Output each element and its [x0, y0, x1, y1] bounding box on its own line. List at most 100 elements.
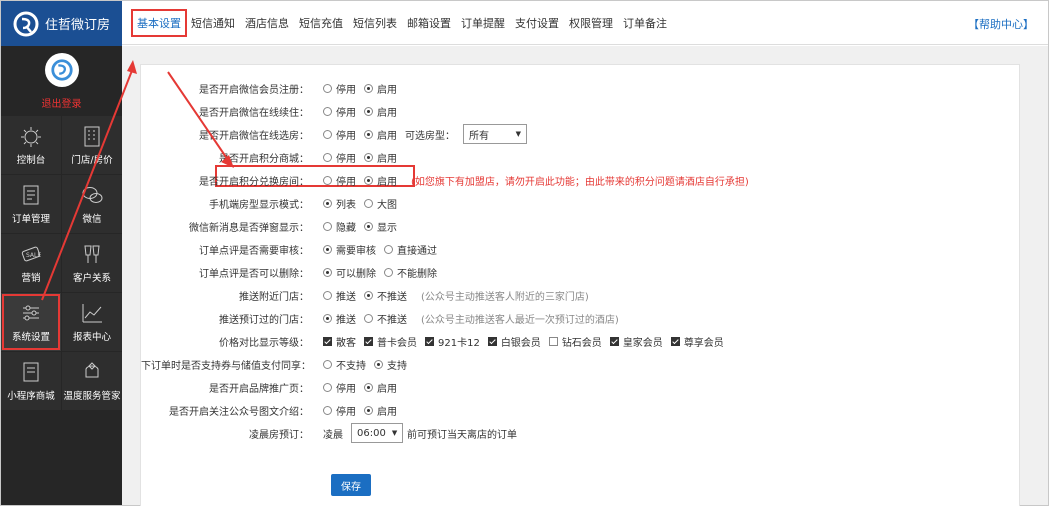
tab-5[interactable]: 邮箱设置 — [407, 15, 451, 31]
sidebar-item-report[interactable]: 报表中心 — [62, 293, 122, 351]
checkbox[interactable] — [364, 336, 373, 346]
radio-option[interactable]: 停用 — [323, 173, 356, 188]
radio-button[interactable] — [364, 221, 373, 231]
radio-button[interactable] — [364, 405, 373, 415]
radio-button[interactable] — [323, 198, 332, 208]
radio-button[interactable] — [364, 83, 373, 93]
radio-button[interactable] — [323, 221, 332, 231]
sidebar-item-customer[interactable]: 客户关系 — [62, 234, 122, 292]
radio-option[interactable]: 启用 — [364, 173, 397, 188]
radio-button[interactable] — [323, 405, 332, 415]
radio-button[interactable] — [323, 313, 332, 323]
radio-option[interactable]: 停用 — [323, 81, 356, 96]
radio-button[interactable] — [364, 198, 373, 208]
brand-bar[interactable]: 住哲微订房 — [1, 1, 122, 46]
radio-option[interactable]: 停用 — [323, 127, 356, 142]
radio-option[interactable]: 启用 — [364, 104, 397, 119]
radio-option[interactable]: 支持 — [374, 357, 407, 372]
room-type-select[interactable]: 所有 ▼ — [463, 124, 527, 144]
radio-option[interactable]: 隐藏 — [323, 219, 356, 234]
radio-button[interactable] — [364, 313, 373, 323]
checkbox-option[interactable]: 白银会员 — [487, 334, 541, 349]
radio-button[interactable] — [323, 175, 332, 185]
radio-option[interactable]: 可以删除 — [323, 265, 376, 280]
logout-link[interactable]: 退出登录 — [42, 95, 82, 110]
radio-button[interactable] — [323, 129, 332, 139]
radio-option[interactable]: 推送 — [323, 311, 356, 326]
radio-option[interactable]: 不推送 — [364, 288, 407, 303]
radio-button[interactable] — [323, 152, 332, 162]
radio-option[interactable]: 启用 — [364, 380, 397, 395]
radio-button[interactable] — [384, 267, 393, 277]
radio-option[interactable]: 启用 — [364, 403, 397, 418]
radio-option[interactable]: 停用 — [323, 104, 356, 119]
radio-option[interactable]: 不能删除 — [384, 265, 437, 280]
radio-button[interactable] — [323, 83, 332, 93]
sidebar-item-settings[interactable]: 系统设置 — [1, 293, 61, 351]
radio-option[interactable]: 不支持 — [323, 357, 366, 372]
checkbox[interactable] — [609, 336, 619, 346]
radio-button[interactable] — [323, 359, 332, 369]
radio-button[interactable] — [384, 244, 393, 254]
help-center-link[interactable]: 【帮助中心】 — [968, 16, 1034, 32]
radio-option[interactable]: 显示 — [364, 219, 397, 234]
radio-button[interactable] — [323, 267, 332, 277]
checkbox-option[interactable]: 皇家会员 — [609, 334, 663, 349]
tab-8[interactable]: 权限管理 — [569, 15, 613, 31]
avatar[interactable] — [44, 52, 79, 87]
sidebar-item-dashboard[interactable]: 控制台 — [1, 116, 61, 174]
time-select[interactable]: 06:00 ▼ — [351, 423, 403, 443]
sidebar-item-service[interactable]: 温度服务管家 — [62, 352, 122, 410]
checkbox-option[interactable]: 钻石会员 — [548, 334, 602, 349]
sidebar-item-sale-tag[interactable]: SALE 营销 — [1, 234, 61, 292]
checkbox[interactable] — [548, 336, 558, 346]
radio-option[interactable]: 停用 — [323, 150, 356, 165]
radio-option[interactable]: 推送 — [323, 288, 356, 303]
radio-option[interactable]: 启用 — [364, 150, 397, 165]
radio-option[interactable]: 直接通过 — [384, 242, 437, 257]
radio-option[interactable]: 大图 — [364, 196, 397, 211]
tab-1[interactable]: 短信通知 — [191, 15, 235, 31]
tab-7[interactable]: 支付设置 — [515, 15, 559, 31]
sidebar-item-miniapp[interactable]: 小程序商城 — [1, 352, 61, 410]
radio-option[interactable]: 列表 — [323, 196, 356, 211]
radio-button[interactable] — [364, 129, 373, 139]
warning-text: (如您旗下有加盟店，请勿开启此功能；由此带来的积分问题请酒店自行承担) — [411, 176, 749, 188]
tab-9[interactable]: 订单备注 — [623, 15, 667, 31]
checkbox[interactable] — [425, 336, 434, 346]
sidebar-item-order[interactable]: 订单管理 — [1, 175, 61, 233]
radio-option[interactable]: 不推送 — [364, 311, 407, 326]
checkbox-option[interactable]: 普卡会员 — [364, 334, 417, 349]
tab-6[interactable]: 订单提醒 — [461, 15, 505, 31]
radio-button[interactable] — [323, 382, 332, 392]
radio-button[interactable] — [364, 290, 373, 300]
tab-3[interactable]: 短信充值 — [299, 15, 343, 31]
radio-option[interactable]: 启用 — [364, 127, 397, 142]
radio-option[interactable]: 需要审核 — [323, 242, 376, 257]
radio-label: 列表 — [336, 199, 356, 211]
sidebar-item-building[interactable]: 门店/房价 — [62, 116, 122, 174]
radio-button[interactable] — [364, 152, 373, 162]
checkbox-option[interactable]: 921卡12 — [425, 334, 480, 349]
radio-button[interactable] — [323, 106, 332, 116]
tab-0[interactable]: 基本设置 — [131, 9, 187, 37]
tab-2[interactable]: 酒店信息 — [245, 15, 289, 31]
checkbox[interactable] — [487, 336, 497, 346]
tab-4[interactable]: 短信列表 — [353, 15, 397, 31]
radio-option[interactable]: 停用 — [323, 380, 356, 395]
radio-button[interactable] — [374, 359, 383, 369]
radio-button[interactable] — [364, 382, 373, 392]
checkbox-option[interactable]: 尊享会员 — [670, 334, 724, 349]
checkbox[interactable] — [323, 336, 332, 346]
sidebar-item-wechat[interactable]: 微信 — [62, 175, 122, 233]
radio-button[interactable] — [323, 290, 332, 300]
checkbox-option[interactable]: 散客 — [323, 334, 356, 349]
radio-button[interactable] — [323, 244, 332, 254]
radio-button[interactable] — [364, 175, 373, 185]
radio-button[interactable] — [364, 106, 373, 116]
save-button[interactable]: 保存 — [331, 474, 371, 496]
checkbox[interactable] — [670, 336, 680, 346]
radio-option[interactable]: 启用 — [364, 81, 397, 96]
radio-option[interactable]: 停用 — [323, 403, 356, 418]
radio-label: 启用 — [377, 84, 397, 96]
